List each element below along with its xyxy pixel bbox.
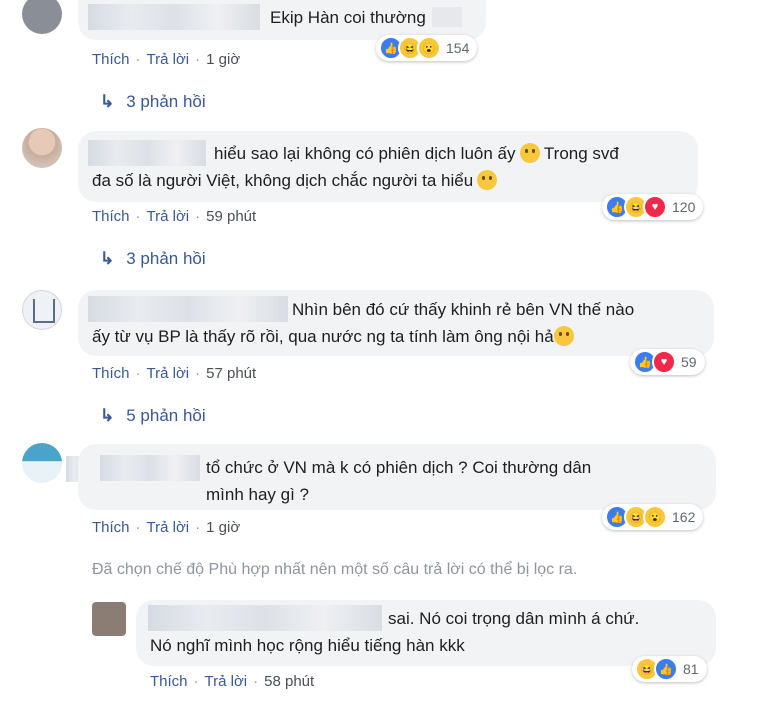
love-reaction-icon: ♥ (643, 195, 667, 219)
comment-actions: Thích · Trả lời · 57 phút (92, 365, 257, 382)
avatar[interactable] (22, 443, 62, 483)
comment-time[interactable]: 57 phút (206, 365, 256, 382)
like-reaction-icon: 👍 (654, 657, 678, 681)
smile-emoji-icon (477, 170, 498, 190)
comment-time[interactable]: 59 phút (206, 208, 256, 225)
smile-emoji-icon (519, 143, 540, 163)
comment-time[interactable]: 1 giờ (206, 51, 240, 68)
reply-actions: Thích · Trả lời · 58 phút (150, 673, 315, 690)
reaction-summary[interactable]: 👍 😆 😮 154 (376, 35, 478, 61)
reply-arrow-icon: ↳ (100, 92, 115, 111)
view-replies-link[interactable]: ↳ 5 phản hồi (100, 406, 206, 426)
comment-time[interactable]: 1 giờ (206, 519, 240, 536)
comment-text: hiểu sao lại không có phiên dịch luôn ấy… (214, 143, 619, 163)
view-replies-link[interactable]: ↳ 3 phản hồi (100, 92, 206, 112)
avatar[interactable] (92, 602, 126, 636)
reaction-summary[interactable]: 👍 😆 😮 162 (602, 504, 704, 530)
love-reaction-icon: ♥ (652, 350, 676, 374)
reply-link[interactable]: Trả lời (147, 519, 190, 536)
reply-link[interactable]: Trả lời (147, 208, 190, 225)
reaction-summary[interactable]: 👍 ♥ 59 (630, 349, 705, 375)
wow-reaction-icon: 😮 (417, 36, 441, 60)
comment-text: tổ chức ở VN mà k có phiên dịch ? Coi th… (206, 458, 592, 477)
reply-link[interactable]: Trả lời (147, 365, 190, 382)
reply-time[interactable]: 58 phút (264, 673, 314, 690)
like-link[interactable]: Thích (92, 519, 130, 536)
reply-text: sai. Nó coi trọng dân mình á chứ. (388, 609, 640, 628)
comment-actions: Thích · Trả lời · 1 giờ (92, 519, 241, 536)
reply-arrow-icon: ↳ (100, 406, 115, 425)
reaction-summary[interactable]: 👍 😆 ♥ 120 (602, 194, 704, 220)
reply-text: Nó nghĩ mình học rộng hiểu tiếng hàn kkk (150, 636, 465, 655)
comment-text: ấy từ vụ BP là thấy rõ rồi, qua nước ng … (92, 323, 574, 350)
reaction-summary[interactable]: 😆 👍 81 (632, 656, 707, 682)
avatar[interactable] (22, 128, 62, 168)
wow-reaction-icon: 😮 (643, 505, 667, 529)
comment-actions: Thích · Trả lời · 59 phút (92, 208, 257, 225)
commenter-name-blurred[interactable] (88, 140, 206, 166)
filter-notice: Đã chọn chế độ Phù hợp nhất nên một số c… (92, 561, 578, 578)
reply-arrow-icon: ↳ (100, 249, 115, 268)
like-link[interactable]: Thích (92, 365, 130, 382)
replier-name-blurred[interactable] (148, 605, 382, 631)
reply-link[interactable]: Trả lời (205, 673, 248, 690)
reaction-count: 81 (683, 661, 699, 677)
view-replies-link[interactable]: ↳ 3 phản hồi (100, 249, 206, 269)
commenter-name-blurred[interactable] (88, 4, 260, 30)
commenter-name-blurred[interactable] (100, 455, 200, 481)
comment-text: đa số là người Việt, không dịch chắc ngư… (92, 167, 498, 194)
avatar[interactable] (22, 0, 62, 34)
like-link[interactable]: Thích (92, 208, 130, 225)
comment-text: Nhìn bên đó cứ thấy khinh rẻ bên VN thế … (292, 300, 635, 319)
reaction-count: 59 (681, 354, 697, 370)
avatar[interactable] (22, 290, 62, 330)
comment-text: mình hay gì ? (206, 485, 310, 504)
reaction-count: 162 (672, 509, 696, 525)
reply-link[interactable]: Trả lời (147, 51, 190, 68)
grin-emoji-icon (553, 326, 574, 346)
comment-actions: Thích · Trả lời · 1 giờ (92, 51, 241, 68)
like-link[interactable]: Thích (150, 673, 188, 690)
commenter-name-blurred[interactable] (88, 296, 288, 322)
reaction-count: 154 (446, 40, 470, 56)
like-link[interactable]: Thích (92, 51, 130, 68)
reaction-count: 120 (672, 199, 696, 215)
comment-text: Ekip Hàn coi thường (270, 4, 462, 31)
